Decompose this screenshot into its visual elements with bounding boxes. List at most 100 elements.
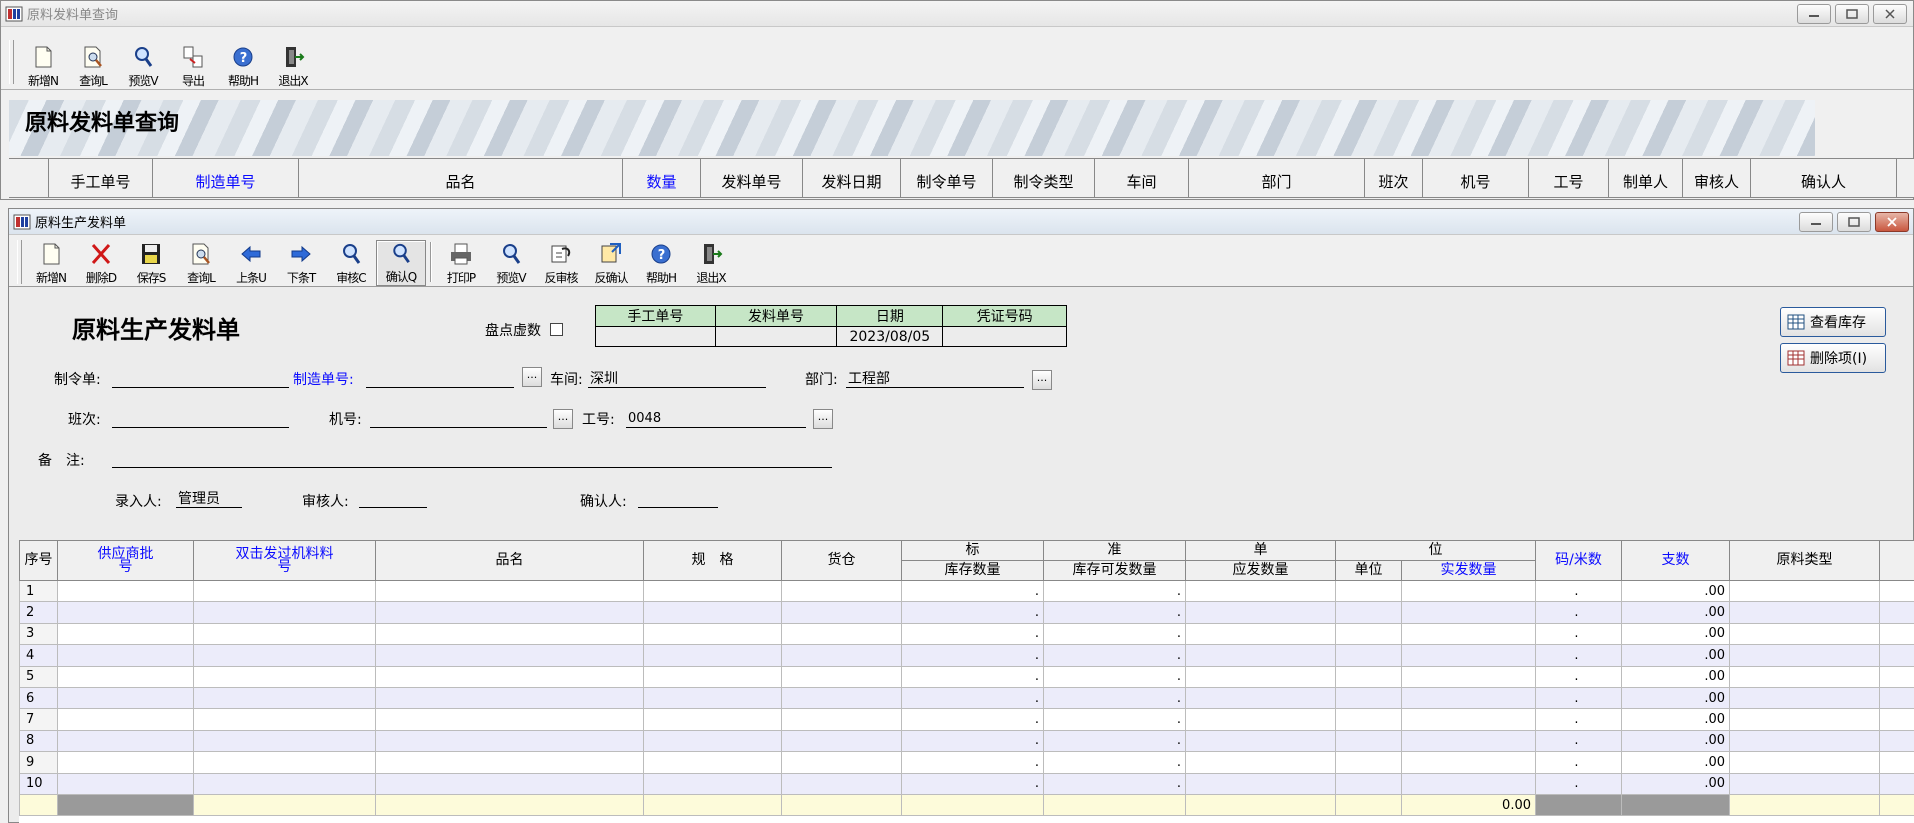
grid-cell[interactable] bbox=[193, 751, 376, 774]
grid-cell[interactable] bbox=[193, 686, 376, 710]
audit-toolbar-button[interactable]: 审核C bbox=[326, 240, 376, 286]
table-row[interactable]: 1... .00 bbox=[19, 579, 1914, 603]
row-seq[interactable]: 4 bbox=[19, 644, 58, 667]
grid-cell[interactable] bbox=[643, 686, 782, 710]
exit-toolbar-button[interactable]: 退出X bbox=[686, 240, 736, 286]
confirm-toolbar-button[interactable]: 确认Q bbox=[376, 240, 426, 286]
grid-cell[interactable] bbox=[375, 772, 644, 795]
shift-field[interactable] bbox=[112, 410, 289, 428]
view-stock-button[interactable]: 查看库存 bbox=[1780, 307, 1886, 337]
row-seq[interactable]: 2 bbox=[19, 601, 58, 624]
grid-cell[interactable] bbox=[1879, 665, 1914, 688]
query-column-header[interactable]: 机号 bbox=[1423, 159, 1529, 197]
code-cell[interactable]: . bbox=[1535, 729, 1622, 753]
grid-cell[interactable] bbox=[1879, 579, 1914, 603]
mfg-no-lookup-button[interactable]: ... bbox=[522, 367, 542, 387]
unaudit-toolbar-button[interactable]: 反审核 bbox=[536, 240, 586, 286]
code-cell[interactable]: . bbox=[1535, 579, 1622, 603]
grid-cell[interactable] bbox=[1879, 729, 1914, 753]
grid-cell[interactable] bbox=[193, 622, 376, 646]
grid-cell[interactable] bbox=[1401, 665, 1536, 688]
grid-cell[interactable] bbox=[1185, 751, 1336, 774]
count-cell[interactable]: .00 bbox=[1621, 772, 1730, 795]
order-field[interactable] bbox=[112, 370, 289, 388]
grid-cell[interactable] bbox=[57, 708, 194, 731]
table-row[interactable]: 6... .00 bbox=[19, 686, 1914, 710]
print-toolbar-button[interactable]: 打印P bbox=[436, 240, 486, 286]
count-cell[interactable]: .00 bbox=[1621, 579, 1730, 603]
col-code[interactable]: 码/米数 bbox=[1535, 540, 1622, 581]
grid-cell[interactable] bbox=[1879, 644, 1914, 667]
grid-cell[interactable] bbox=[375, 601, 644, 624]
query-column-header[interactable]: 制造单号 bbox=[153, 159, 299, 197]
machine-lookup-button[interactable]: ... bbox=[553, 409, 573, 429]
grid-cell[interactable] bbox=[1401, 644, 1536, 667]
grid-cell[interactable] bbox=[1335, 579, 1402, 603]
count-cell[interactable]: .00 bbox=[1621, 644, 1730, 667]
query-column-header[interactable]: 制令单号 bbox=[901, 159, 993, 197]
grid-cell[interactable] bbox=[643, 579, 782, 603]
mfg-no-field[interactable] bbox=[366, 370, 514, 388]
grid-cell[interactable] bbox=[1401, 729, 1536, 753]
table-row[interactable]: 2... .00 bbox=[19, 601, 1914, 624]
grid-cell[interactable] bbox=[1335, 601, 1402, 624]
query-column-header[interactable]: 手工单号 bbox=[49, 159, 153, 197]
grid-cell[interactable] bbox=[1185, 708, 1336, 731]
stocktake-checkbox[interactable] bbox=[550, 323, 563, 336]
count-cell[interactable]: .00 bbox=[1621, 601, 1730, 624]
count-cell[interactable]: .00 bbox=[1621, 751, 1730, 774]
code-cell[interactable]: . bbox=[1535, 644, 1622, 667]
col-material-no[interactable]: 双击发过机料料号 bbox=[193, 540, 376, 581]
code-cell[interactable]: . bbox=[1535, 622, 1622, 646]
grid-cell[interactable] bbox=[1401, 708, 1536, 731]
grid-cell[interactable] bbox=[193, 772, 376, 795]
table-row[interactable]: 10... .00 bbox=[19, 772, 1914, 795]
code-cell[interactable]: . bbox=[1535, 708, 1622, 731]
grid-cell[interactable] bbox=[643, 708, 782, 731]
grid-cell[interactable] bbox=[1335, 729, 1402, 753]
grid-cell[interactable] bbox=[1185, 644, 1336, 667]
voucher-no-cell[interactable] bbox=[942, 326, 1067, 347]
grid-cell[interactable] bbox=[57, 729, 194, 753]
grid-cell[interactable] bbox=[781, 729, 902, 753]
grid-cell[interactable] bbox=[57, 601, 194, 624]
stock-cell[interactable]: . bbox=[901, 708, 1044, 731]
avail-cell[interactable]: . bbox=[1043, 729, 1186, 753]
table-row[interactable]: 7... .00 bbox=[19, 708, 1914, 731]
query-column-header[interactable]: 工号 bbox=[1529, 159, 1609, 197]
grid-cell[interactable] bbox=[1729, 751, 1880, 774]
grid-cell[interactable] bbox=[1185, 601, 1336, 624]
row-seq[interactable]: 9 bbox=[19, 751, 58, 774]
row-seq[interactable]: 1 bbox=[19, 579, 58, 603]
grid-cell[interactable] bbox=[1401, 686, 1536, 710]
grid-cell[interactable] bbox=[1879, 601, 1914, 624]
query-column-header[interactable]: 审核人 bbox=[1683, 159, 1751, 197]
table-row[interactable]: 5... .00 bbox=[19, 665, 1914, 688]
grid-cell[interactable] bbox=[643, 751, 782, 774]
grid-cell[interactable] bbox=[193, 644, 376, 667]
worker-field[interactable]: 0048 bbox=[626, 410, 806, 428]
table-row[interactable]: 4... .00 bbox=[19, 644, 1914, 667]
row-seq[interactable]: 5 bbox=[19, 665, 58, 688]
query-column-header[interactable]: 制令类型 bbox=[993, 159, 1095, 197]
grid-cell[interactable] bbox=[781, 622, 902, 646]
grid-cell[interactable] bbox=[781, 601, 902, 624]
query-toolbar-button[interactable]: 查询L bbox=[68, 43, 118, 89]
avail-cell[interactable]: . bbox=[1043, 601, 1186, 624]
grid-cell[interactable] bbox=[1185, 772, 1336, 795]
avail-cell[interactable]: . bbox=[1043, 644, 1186, 667]
maximize-button[interactable] bbox=[1835, 4, 1869, 24]
count-cell[interactable]: .00 bbox=[1621, 729, 1730, 753]
minimize-button[interactable] bbox=[1797, 4, 1831, 24]
table-row[interactable]: 9... .00 bbox=[19, 751, 1914, 774]
grid-cell[interactable] bbox=[643, 665, 782, 688]
code-cell[interactable]: . bbox=[1535, 686, 1622, 710]
avail-cell[interactable]: . bbox=[1043, 622, 1186, 646]
entry-field[interactable]: 管理员 bbox=[176, 490, 242, 508]
avail-cell[interactable]: . bbox=[1043, 686, 1186, 710]
workshop-field[interactable]: 深圳 bbox=[588, 370, 766, 388]
grid-cell[interactable] bbox=[193, 579, 376, 603]
grid-cell[interactable] bbox=[1879, 686, 1914, 710]
grid-cell[interactable] bbox=[1185, 579, 1336, 603]
count-cell[interactable]: .00 bbox=[1621, 622, 1730, 646]
